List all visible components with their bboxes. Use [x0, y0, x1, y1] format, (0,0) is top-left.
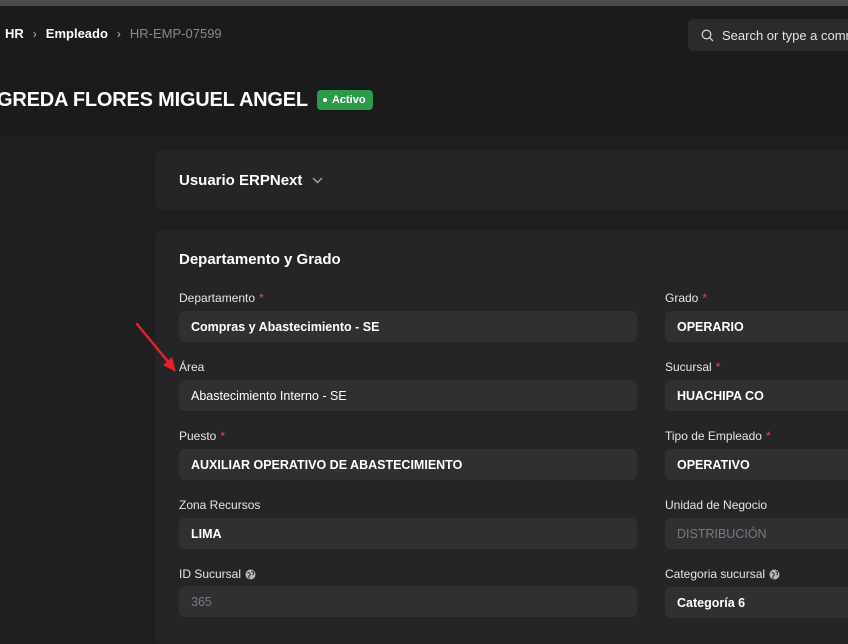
area-label-text: Área — [179, 360, 205, 374]
tipo-empleado-field[interactable]: OPERATIVO — [665, 449, 848, 480]
grado-label-text: Grado — [665, 291, 699, 305]
categoria-sucursal-label-text: Categoria sucursal — [665, 567, 766, 581]
id-sucursal-label-text: ID Sucursal — [179, 567, 242, 581]
tipo-empleado-label: Tipo de Empleado * — [665, 429, 771, 443]
unidad-negocio-label-text: Unidad de Negocio — [665, 498, 768, 512]
required-marker: * — [702, 291, 708, 305]
departamento-label-text: Departamento — [179, 291, 256, 305]
grado-field[interactable]: OPERARIO — [665, 311, 848, 342]
categoria-sucursal-label: Categoria sucursal — [665, 567, 780, 581]
page-title: GREDA FLORES MIGUEL ANGEL — [0, 88, 308, 111]
required-marker: * — [715, 360, 721, 374]
breadcrumb-current: HR-EMP-07599 — [129, 26, 222, 41]
globe-icon — [769, 569, 780, 579]
zona-recursos-label-text: Zona Recursos — [179, 498, 261, 512]
status-label: Activo — [331, 94, 366, 106]
chevron-down-icon[interactable] — [312, 177, 323, 184]
search-input[interactable]: Search or type a command — [688, 19, 848, 51]
section-title-departamento: Departamento y Grado — [179, 251, 341, 268]
section-header-usuario[interactable]: Usuario ERPNext — [179, 172, 323, 189]
arrow-annotation — [135, 322, 176, 372]
unidad-negocio-label: Unidad de Negocio — [665, 498, 767, 512]
id-sucursal-label: ID Sucursal — [179, 567, 256, 581]
breadcrumb-empleado[interactable]: Empleado — [46, 26, 108, 41]
navbar: HR › Empleado › HR-EMP-07599 Search or t… — [0, 6, 848, 64]
breadcrumb-hr[interactable]: HR — [5, 26, 24, 41]
puesto-label: Puesto * — [179, 429, 225, 443]
section-departamento-grado: Departamento y Grado Departamento * Compr… — [155, 230, 848, 644]
sucursal-label: Sucursal * — [665, 360, 720, 374]
required-marker: * — [765, 429, 771, 443]
section-title-usuario: Usuario ERPNext — [179, 172, 303, 189]
page-header: GREDA FLORES MIGUEL ANGEL Activo — [0, 86, 373, 114]
search-icon — [701, 29, 714, 41]
globe-icon — [245, 569, 256, 579]
grado-label: Grado * — [665, 291, 707, 305]
departamento-field[interactable]: Compras y Abastecimiento - SE — [179, 311, 637, 342]
search-placeholder: Search or type a command — [722, 27, 848, 43]
sucursal-label-text: Sucursal — [665, 360, 712, 374]
unidad-negocio-field: DISTRIBUCIÓN — [665, 518, 848, 549]
breadcrumb: HR › Empleado › HR-EMP-07599 — [5, 26, 222, 41]
id-sucursal-field: 365 — [179, 586, 637, 617]
departamento-label: Departamento * — [179, 291, 264, 305]
puesto-label-text: Puesto — [179, 429, 217, 443]
categoria-sucursal-field[interactable]: Categoría 6 — [665, 587, 848, 618]
breadcrumb-separator-icon: › — [32, 26, 37, 41]
zona-recursos-label: Zona Recursos — [179, 498, 260, 512]
puesto-field[interactable]: AUXILIAR OPERATIVO DE ABASTECIMIENTO — [179, 449, 637, 480]
sucursal-field[interactable]: HUACHIPA CO — [665, 380, 848, 411]
status-dot-icon — [322, 98, 327, 102]
section-usuario-erpnext[interactable]: Usuario ERPNext — [155, 150, 848, 210]
required-marker: * — [259, 291, 264, 305]
breadcrumb-separator-icon: › — [116, 26, 121, 41]
zona-recursos-field[interactable]: LIMA — [179, 518, 637, 549]
required-marker: * — [220, 429, 226, 443]
status-badge: Activo — [316, 90, 373, 110]
area-field[interactable]: Abastecimiento Interno - SE — [179, 380, 637, 411]
tipo-empleado-label-text: Tipo de Empleado — [665, 429, 762, 443]
area-label: Área — [179, 360, 204, 374]
